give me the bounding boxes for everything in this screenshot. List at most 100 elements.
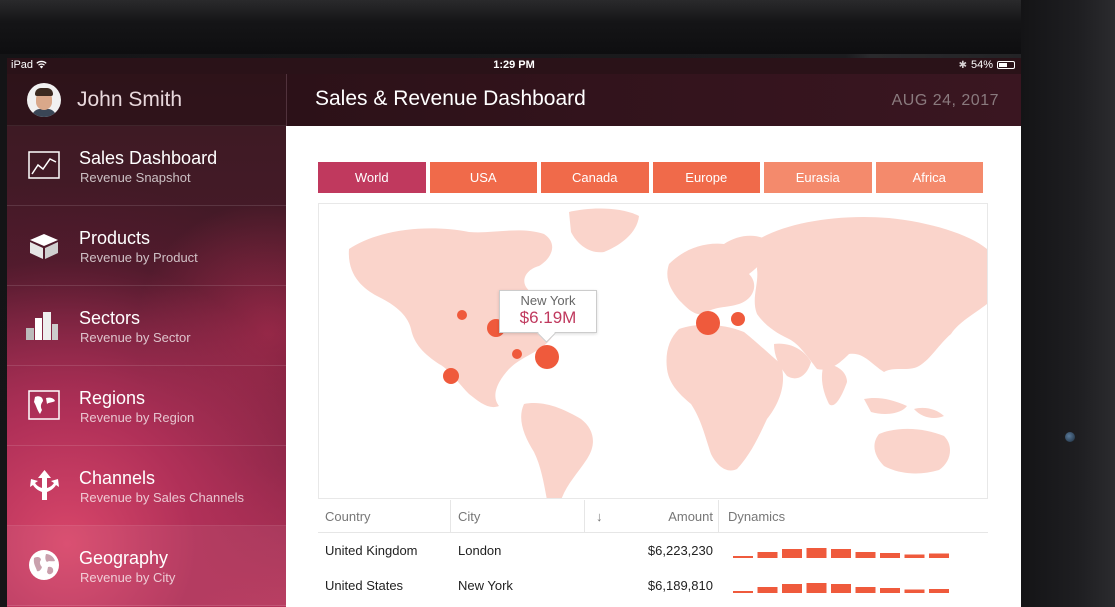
map-tooltip: New York $6.19M	[499, 290, 597, 333]
app-screen: iPad 1:29 PM ✱ 54% John Smith Sales Dash…	[7, 58, 1021, 607]
marker-frankfurt[interactable]	[731, 312, 745, 326]
tab-eurasia[interactable]: Eurasia	[764, 162, 872, 193]
nav-item-products[interactable]: Products Revenue by Product	[7, 206, 286, 286]
world-map[interactable]: New York $6.19M	[318, 203, 988, 499]
nav-subtitle: Revenue Snapshot	[80, 170, 191, 185]
nav-title: Regions	[79, 388, 146, 408]
cell-country: United States	[325, 578, 404, 593]
split-arrows-icon	[30, 470, 59, 500]
sparkline-bar	[733, 556, 753, 558]
cell-city: New York	[458, 578, 513, 593]
nav-subtitle: Revenue by Region	[80, 410, 195, 425]
bluetooth-icon: ✱	[958, 59, 967, 71]
column-header-country[interactable]: Country	[325, 509, 371, 524]
line-chart-icon	[28, 151, 60, 179]
nav-item-sales-dashboard[interactable]: Sales Dashboard Revenue Snapshot	[7, 126, 286, 206]
map-icon	[28, 390, 60, 420]
column-header-amount[interactable]: Amount	[668, 509, 713, 524]
cell-country: United Kingdom	[325, 543, 418, 558]
marker-new-york[interactable]	[535, 345, 559, 369]
indonesia	[864, 397, 944, 418]
buildings-icon	[26, 312, 58, 340]
user-profile[interactable]: John Smith	[7, 74, 286, 126]
cell-city: London	[458, 543, 502, 558]
sparkline-bar	[782, 549, 802, 558]
cell-amount: $6,189,810	[647, 578, 713, 593]
camera-icon	[1065, 432, 1075, 442]
tab-world[interactable]: World	[318, 162, 426, 193]
battery-percent: 54%	[970, 59, 993, 71]
tab-canada[interactable]: Canada	[541, 162, 649, 193]
main-panel: Sales & Revenue Dashboard AUG 24, 2017 W…	[286, 74, 1021, 607]
device-bezel-right	[1021, 0, 1115, 607]
marker-seattle[interactable]	[457, 310, 467, 320]
tab-europe[interactable]: Europe	[652, 162, 760, 193]
sparkline-bar	[757, 552, 778, 558]
sparkline-bar	[733, 591, 753, 593]
page-title: Sales & Revenue Dashboard	[315, 87, 586, 110]
nav-item-regions[interactable]: Regions Revenue by Region	[7, 366, 286, 446]
battery-icon	[997, 61, 1015, 69]
nav-title: Geography	[79, 548, 169, 568]
nav-item-channels[interactable]: Channels Revenue by Sales Channels	[7, 446, 286, 526]
nav-title: Channels	[79, 468, 156, 488]
dynamics-sparkline	[733, 583, 949, 593]
sparkline-bar	[904, 554, 925, 558]
table-row[interactable]: United States New York $6,189,810	[318, 568, 988, 603]
sparkline-bar	[855, 552, 876, 558]
greenland	[569, 208, 639, 253]
status-right: ✱ 54%	[959, 59, 1015, 71]
tooltip-value: $6.19M	[519, 308, 577, 327]
sparkline-bar	[929, 553, 949, 558]
marker-atlanta[interactable]	[512, 349, 522, 359]
box-icon	[30, 234, 58, 259]
sparkline-bar	[880, 588, 900, 593]
device-bezel-top	[0, 0, 1115, 54]
dynamics-sparkline	[733, 548, 949, 558]
nav-title: Products	[79, 228, 151, 248]
main-header: Sales & Revenue Dashboard AUG 24, 2017	[286, 74, 1021, 126]
globe-icon	[29, 550, 59, 580]
column-header-city[interactable]: City	[458, 509, 480, 524]
table-row[interactable]: United Kingdom London $6,223,230	[318, 533, 988, 568]
tab-usa[interactable]: USA	[429, 162, 537, 193]
sparkline-bar	[806, 548, 827, 558]
sparkline-bar	[904, 589, 925, 593]
marker-los-angeles[interactable]	[443, 368, 459, 384]
sparkline-bar	[855, 587, 876, 593]
table-header: Country City ↓ Amount Dynamics	[318, 500, 988, 533]
south-america	[521, 403, 593, 498]
nav-item-geography[interactable]: Geography Revenue by City	[7, 526, 286, 606]
continents	[348, 208, 987, 498]
nav-title: Sales Dashboard	[79, 148, 218, 168]
nav-subtitle: Revenue by Product	[80, 250, 198, 265]
status-bar: iPad 1:29 PM ✱ 54%	[7, 58, 1021, 74]
sparkline-bar	[806, 583, 827, 593]
nav-item-sectors[interactable]: Sectors Revenue by Sector	[7, 286, 286, 366]
user-name: John Smith	[77, 87, 183, 111]
australia	[874, 428, 951, 474]
africa	[666, 324, 784, 471]
world-map-graphic	[348, 208, 987, 498]
marker-london[interactable]	[696, 311, 720, 335]
india	[821, 364, 847, 406]
cell-amount: $6,223,230	[647, 543, 713, 558]
sort-arrow-icon[interactable]: ↓	[596, 509, 603, 524]
region-tabs: World USA Canada Europe Eurasia Africa	[318, 162, 983, 193]
sidebar: John Smith Sales Dashboard Revenue Snaps…	[7, 74, 286, 607]
status-time: 1:29 PM	[493, 59, 535, 71]
sparkline-bar	[757, 587, 778, 593]
revenue-table: Country City ↓ Amount Dynamics United Ki…	[318, 500, 988, 603]
sparkline-bar	[929, 589, 949, 593]
sparkline-bar	[831, 584, 851, 593]
ipad-device: iPad 1:29 PM ✱ 54% John Smith Sales Dash…	[0, 0, 1115, 607]
column-header-dynamics[interactable]: Dynamics	[728, 509, 785, 524]
page-date: AUG 24, 2017	[891, 92, 999, 109]
nav-subtitle: Revenue by Sales Channels	[80, 490, 245, 505]
nav-subtitle: Revenue by Sector	[80, 330, 191, 345]
sparkline-bar	[880, 553, 900, 558]
tab-africa[interactable]: Africa	[875, 162, 983, 193]
avatar[interactable]	[27, 82, 61, 117]
sparkline-bar	[782, 584, 802, 593]
nav-title: Sectors	[79, 308, 141, 328]
